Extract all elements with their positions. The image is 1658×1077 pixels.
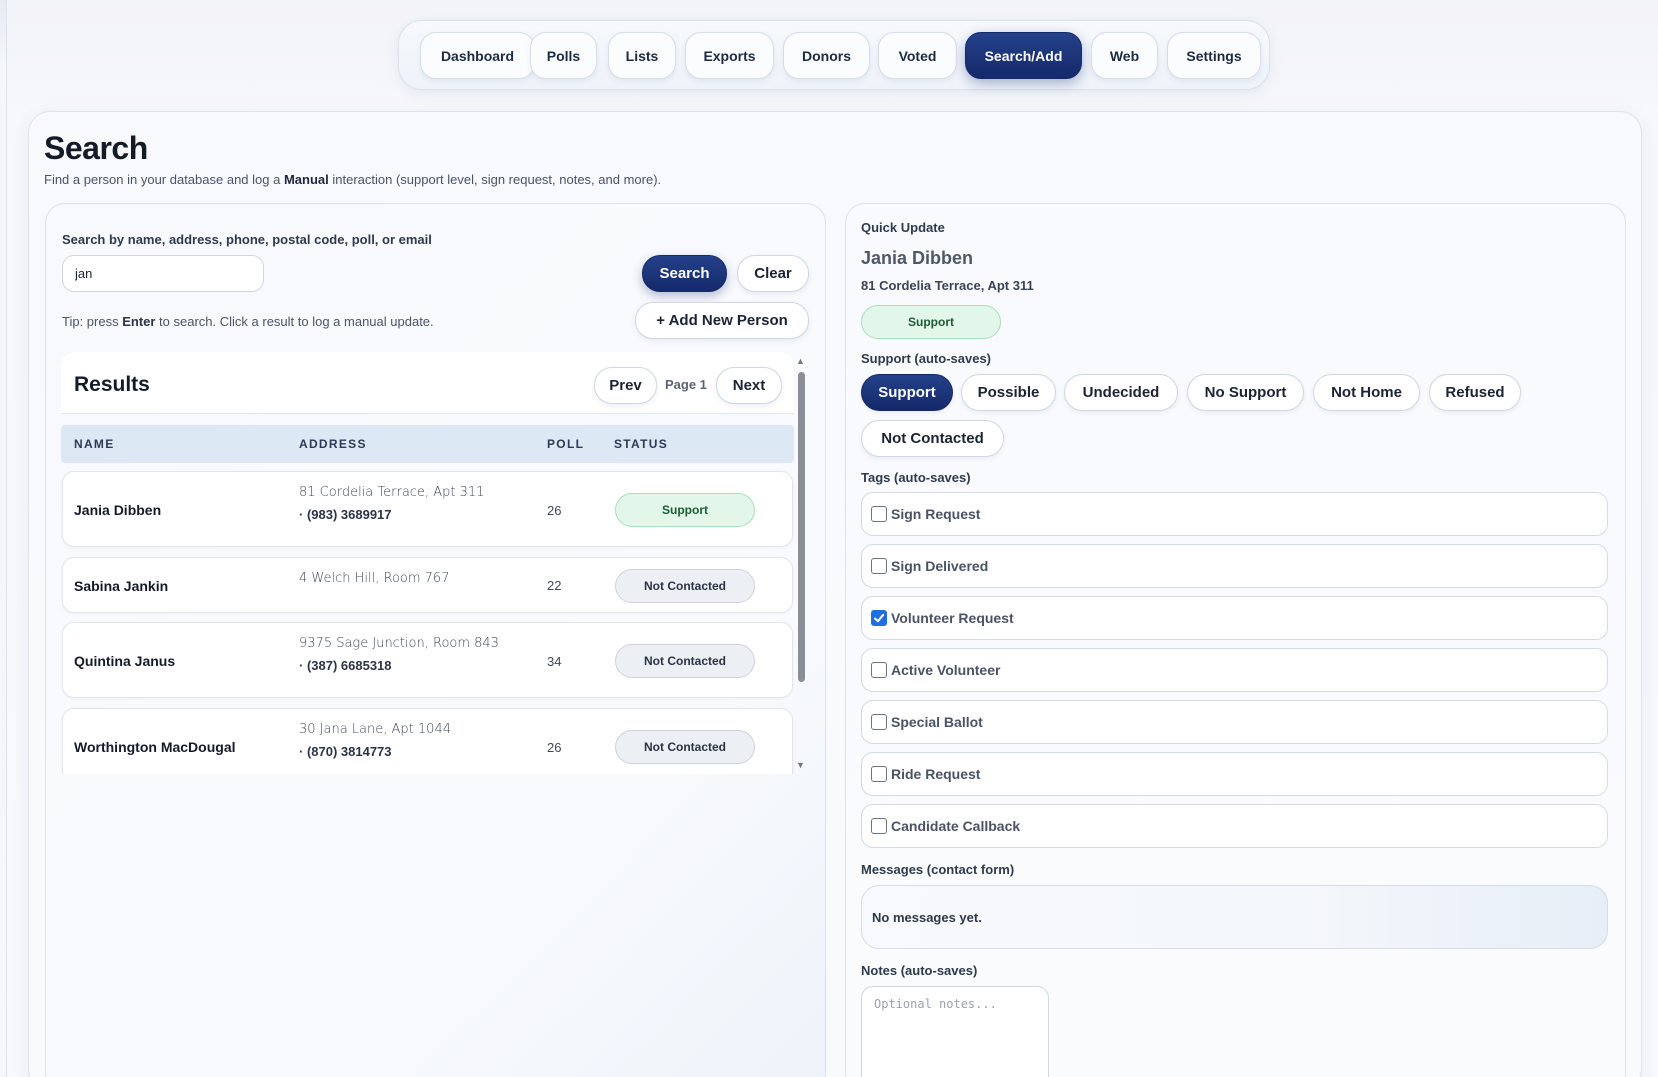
- tab-web[interactable]: Web: [1091, 32, 1158, 79]
- tab-dashboard[interactable]: Dashboard: [420, 32, 535, 79]
- support-option-possible[interactable]: Possible: [961, 374, 1056, 411]
- top-nav: Dashboard Polls Lists Exports Donors Vot…: [398, 20, 1270, 90]
- status-badge: Support: [615, 493, 755, 527]
- tag-sign-delivered[interactable]: Sign Delivered: [861, 544, 1608, 588]
- tag-label: Sign Request: [891, 506, 981, 522]
- tag-ride-request[interactable]: Ride Request: [861, 752, 1608, 796]
- row-name: Jania Dibben: [74, 502, 162, 518]
- tags-label: Tags (auto-saves): [861, 470, 971, 485]
- page-title: Search: [44, 130, 148, 166]
- support-option-not-contacted[interactable]: Not Contacted: [861, 420, 1004, 457]
- row-phone: · (870) 3814773: [299, 744, 392, 759]
- tag-label: Ride Request: [891, 766, 981, 782]
- tab-polls[interactable]: Polls: [530, 32, 597, 79]
- row-poll: 26: [547, 740, 562, 755]
- tab-voted[interactable]: Voted: [878, 32, 957, 79]
- notes-label: Notes (auto-saves): [861, 963, 978, 978]
- messages-label: Messages (contact form): [861, 862, 1015, 877]
- row-address: 4 Welch Hill, Room 767: [299, 571, 450, 586]
- support-option-no-support[interactable]: No Support: [1187, 374, 1304, 411]
- support-option-support[interactable]: Support: [861, 374, 953, 411]
- results-scrollbar[interactable]: [798, 372, 805, 682]
- search-input[interactable]: [62, 255, 264, 292]
- tag-active-volunteer[interactable]: Active Volunteer: [861, 648, 1608, 692]
- row-phone: · (387) 6685318: [299, 658, 392, 673]
- support-option-undecided[interactable]: Undecided: [1064, 374, 1178, 411]
- checkbox[interactable]: [871, 506, 887, 522]
- tag-volunteer-request[interactable]: Volunteer Request: [861, 596, 1608, 640]
- tab-donors[interactable]: Donors: [783, 32, 870, 79]
- support-option-refused[interactable]: Refused: [1429, 374, 1521, 411]
- row-address: 9375 Sage Junction, Room 843: [299, 636, 499, 651]
- table-row[interactable]: Quintina Janus 9375 Sage Junction, Room …: [62, 622, 793, 698]
- checkbox[interactable]: [871, 610, 887, 626]
- row-name: Sabina Jankin: [74, 578, 169, 594]
- tab-settings[interactable]: Settings: [1167, 32, 1261, 79]
- current-status-badge: Support: [861, 305, 1001, 339]
- search-tip: Tip: press Enter to search. Click a resu…: [62, 314, 434, 329]
- messages-empty-text: No messages yet.: [872, 909, 982, 925]
- tab-search-add[interactable]: Search/Add: [965, 32, 1082, 79]
- tag-special-ballot[interactable]: Special Ballot: [861, 700, 1608, 744]
- tab-lists[interactable]: Lists: [608, 32, 676, 79]
- row-address: 30 Jana Lane, Apt 1044: [299, 722, 451, 737]
- row-poll: 34: [547, 654, 562, 669]
- selected-person-address: 81 Cordelia Terrace, Apt 311: [861, 278, 1034, 293]
- scroll-up-arrow-icon[interactable]: ▲: [796, 356, 805, 366]
- row-poll: 22: [547, 578, 562, 593]
- messages-box: No messages yet.: [861, 885, 1608, 949]
- table-row[interactable]: Worthington MacDougal 30 Jana Lane, Apt …: [62, 708, 793, 774]
- page-subtitle: Find a person in your database and log a…: [44, 172, 662, 187]
- table-row[interactable]: Sabina Jankin 4 Welch Hill, Room 767 22 …: [62, 557, 793, 613]
- status-badge: Not Contacted: [615, 730, 755, 764]
- notes-textarea[interactable]: [861, 986, 1049, 1077]
- tag-label: Active Volunteer: [891, 662, 1001, 678]
- tab-exports[interactable]: Exports: [685, 32, 774, 79]
- tag-label: Volunteer Request: [891, 610, 1014, 626]
- status-badge: Not Contacted: [615, 569, 755, 603]
- tag-sign-request[interactable]: Sign Request: [861, 492, 1608, 536]
- checkbox[interactable]: [871, 818, 887, 834]
- checkbox[interactable]: [871, 662, 887, 678]
- selected-person-name: Jania Dibben: [861, 248, 974, 268]
- results-list: Jania Dibben 81 Cordelia Terrace, Apt 31…: [61, 352, 796, 774]
- row-name: Worthington MacDougal: [74, 739, 236, 755]
- row-name: Quintina Janus: [74, 653, 176, 669]
- row-address: 81 Cordelia Terrace, Apt 311: [299, 485, 485, 500]
- tag-label: Candidate Callback: [891, 818, 1021, 834]
- support-option-not-home[interactable]: Not Home: [1313, 374, 1420, 411]
- support-label: Support (auto-saves): [861, 351, 992, 366]
- checkbox[interactable]: [871, 766, 887, 782]
- tag-label: Special Ballot: [891, 714, 983, 730]
- tag-label: Sign Delivered: [891, 558, 989, 574]
- scroll-down-arrow-icon[interactable]: ▼: [796, 760, 805, 770]
- status-badge: Not Contacted: [615, 644, 755, 678]
- checkbox[interactable]: [871, 714, 887, 730]
- row-poll: 26: [547, 503, 562, 518]
- checkbox[interactable]: [871, 558, 887, 574]
- search-label: Search by name, address, phone, postal c…: [62, 232, 432, 247]
- search-button[interactable]: Search: [642, 255, 727, 292]
- table-row[interactable]: Jania Dibben 81 Cordelia Terrace, Apt 31…: [62, 471, 793, 547]
- clear-button[interactable]: Clear: [737, 255, 809, 292]
- row-phone: · (983) 3689917: [299, 507, 392, 522]
- add-new-person-button[interactable]: + Add New Person: [635, 302, 809, 339]
- quick-update-heading: Quick Update: [861, 220, 945, 235]
- check-icon: [874, 613, 885, 623]
- tag-candidate-callback[interactable]: Candidate Callback: [861, 804, 1608, 848]
